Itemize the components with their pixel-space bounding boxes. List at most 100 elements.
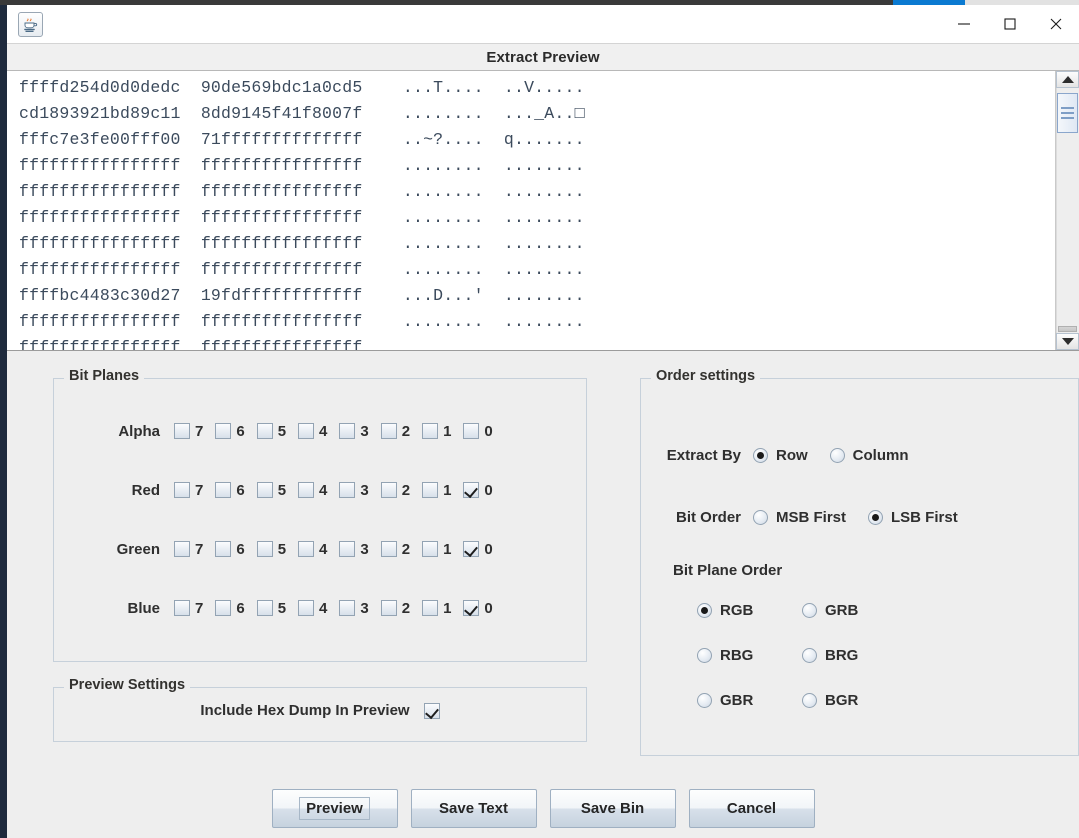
bit-plane-order-option[interactable]: BRG xyxy=(802,647,907,664)
checkbox-green-bit-4[interactable] xyxy=(298,541,315,557)
checkbox-green-bit-0[interactable] xyxy=(463,541,480,557)
checkbox-green-bit-3[interactable] xyxy=(339,541,356,557)
bit-index-label: 4 xyxy=(319,422,328,440)
radio-rbg[interactable] xyxy=(697,648,712,663)
cancel-button[interactable]: Cancel xyxy=(688,788,815,828)
radio-column[interactable] xyxy=(829,448,845,463)
checkbox-blue-bit-0[interactable] xyxy=(463,600,480,616)
checkbox-blue-bit-1[interactable] xyxy=(422,600,439,616)
checkbox-alpha-bit-7[interactable] xyxy=(174,423,190,439)
checkbox-red-bit-1[interactable] xyxy=(422,482,439,498)
bit-index-label: 3 xyxy=(360,481,369,499)
save-bin-button[interactable]: Save Bin xyxy=(549,788,676,828)
hex-dump-row: ffffbc4483c30d27 19fdffffffffffff ...D..… xyxy=(19,286,585,305)
checkbox-green-bit-7[interactable] xyxy=(174,541,190,557)
maximize-button[interactable] xyxy=(987,5,1033,43)
checkbox-red-bit-7[interactable] xyxy=(174,482,190,498)
bit-plane-order-option[interactable]: GRB xyxy=(802,602,907,619)
bit-index-label: 7 xyxy=(195,481,204,499)
bit-plane-cell: 4 xyxy=(298,600,327,617)
checkbox-green-bit-6[interactable] xyxy=(215,541,232,557)
bit-plane-channel-label: Blue xyxy=(127,599,160,617)
bit-index-label: 3 xyxy=(360,540,369,558)
hex-dump-row: ffffffffffffffff ffffffffffffffff ......… xyxy=(19,208,585,227)
checkbox-red-bit-4[interactable] xyxy=(298,482,315,498)
bit-index-label: 1 xyxy=(443,540,452,558)
checkbox-red-bit-2[interactable] xyxy=(380,482,397,498)
bit-plane-checkbox-group: 7 6 5 4 3 2 1 0 xyxy=(174,541,493,558)
bit-plane-cell: 2 xyxy=(380,541,410,558)
hex-dump-row: ffffffffffffffff ffffffffffffffff ......… xyxy=(19,156,585,175)
checkbox-alpha-bit-2[interactable] xyxy=(380,423,397,439)
bit-plane-cell: 5 xyxy=(256,423,286,440)
checkbox-green-bit-5[interactable] xyxy=(256,541,273,557)
radio-msb-first[interactable] xyxy=(753,510,768,525)
bit-index-label: 1 xyxy=(443,422,452,440)
checkbox-alpha-bit-6[interactable] xyxy=(215,423,232,439)
checkbox-blue-bit-3[interactable] xyxy=(339,600,356,616)
bit-plane-cell: 3 xyxy=(339,600,369,617)
hex-dump-row: cd1893921bd89c11 8dd9145f41f8007f ......… xyxy=(19,104,585,123)
bit-plane-order-option[interactable]: GBR xyxy=(697,692,802,709)
checkbox-alpha-bit-0[interactable] xyxy=(463,423,480,439)
bit-index-label: 2 xyxy=(401,599,411,617)
minimize-button[interactable] xyxy=(941,5,987,43)
scroll-down-icon[interactable] xyxy=(1056,333,1079,350)
scrollbar-thumb[interactable] xyxy=(1057,93,1078,133)
bit-plane-cell: 6 xyxy=(215,599,245,617)
checkbox-blue-bit-4[interactable] xyxy=(298,600,315,616)
checkbox-blue-bit-2[interactable] xyxy=(380,600,397,616)
bit-plane-cell: 4 xyxy=(298,541,327,558)
bit-planes-legend: Bit Planes xyxy=(64,368,145,384)
checkbox-green-bit-1[interactable] xyxy=(422,541,439,557)
bit-index-label: 3 xyxy=(360,422,369,440)
checkbox-green-bit-2[interactable] xyxy=(380,541,397,557)
radio-gbr[interactable] xyxy=(697,693,712,708)
hex-preview-scrollbar[interactable] xyxy=(1055,71,1079,350)
preview-button[interactable]: Preview xyxy=(271,788,398,828)
radio-rgb[interactable] xyxy=(697,603,712,618)
close-button[interactable] xyxy=(1033,5,1079,43)
checkbox-red-bit-0[interactable] xyxy=(463,482,480,498)
scroll-up-icon[interactable] xyxy=(1056,71,1079,88)
bit-index-label: 6 xyxy=(236,422,245,440)
checkbox-red-bit-5[interactable] xyxy=(256,482,273,498)
checkbox-alpha-bit-3[interactable] xyxy=(339,423,356,439)
checkbox-alpha-bit-4[interactable] xyxy=(298,423,315,439)
bit-plane-cell: 0 xyxy=(463,541,493,558)
radio-brg[interactable] xyxy=(802,648,817,663)
radio-bgr[interactable] xyxy=(802,693,817,708)
bit-plane-order-option[interactable]: BGR xyxy=(802,692,907,709)
extract-by-option[interactable]: Row xyxy=(753,447,808,464)
bit-plane-order-option[interactable]: RGB xyxy=(697,602,802,619)
bit-plane-cell: 7 xyxy=(174,541,203,558)
radio-row[interactable] xyxy=(753,448,768,463)
checkbox-alpha-bit-5[interactable] xyxy=(256,423,273,439)
checkbox-red-bit-3[interactable] xyxy=(339,482,356,498)
extract-preview-window: Extract Preview ffffd254d0d0dedc 90de569… xyxy=(7,5,1079,838)
bit-index-label: 1 xyxy=(443,599,452,617)
bit-plane-cell: 7 xyxy=(174,482,203,499)
checkbox-alpha-bit-1[interactable] xyxy=(422,423,439,439)
bit-index-label: 6 xyxy=(236,599,245,617)
order-settings-panel: Order settings Extract By Row Column Bit … xyxy=(640,368,1079,756)
radio-grb[interactable] xyxy=(802,603,817,618)
extract-by-option[interactable]: Column xyxy=(829,447,909,464)
bit-plane-cell: 6 xyxy=(215,422,245,440)
include-hex-dump-row: Include Hex Dump In Preview xyxy=(54,702,586,719)
checkbox-blue-bit-7[interactable] xyxy=(174,600,190,616)
dialog-title-band: Extract Preview xyxy=(7,43,1079,70)
bit-plane-cell: 5 xyxy=(256,600,286,617)
checkbox-blue-bit-5[interactable] xyxy=(256,600,273,616)
radio-lsb-first[interactable] xyxy=(868,510,884,525)
bit-plane-order-option[interactable]: RBG xyxy=(697,647,802,664)
checkbox-blue-bit-6[interactable] xyxy=(215,600,232,616)
include-hex-dump-checkbox[interactable] xyxy=(423,702,440,719)
bit-plane-cell: 5 xyxy=(256,482,286,499)
bit-order-option[interactable]: MSB First xyxy=(753,509,846,526)
bit-order-option[interactable]: LSB First xyxy=(868,509,958,526)
save-text-button[interactable]: Save Text xyxy=(410,788,537,828)
checkbox-red-bit-6[interactable] xyxy=(215,482,232,498)
hex-dump-text-area[interactable]: ffffd254d0d0dedc 90de569bdc1a0cd5 ...T..… xyxy=(7,71,1054,350)
bit-plane-cell: 7 xyxy=(174,423,203,440)
